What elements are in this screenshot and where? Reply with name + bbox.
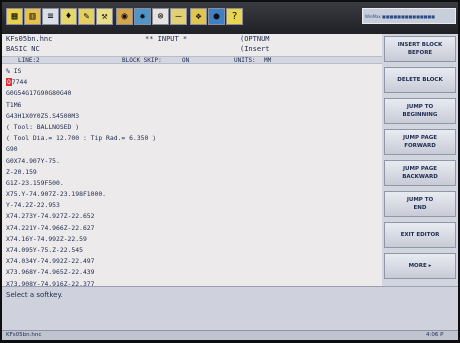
- jump-page-forward-button[interactable]: JUMP PAGE FORWARD: [384, 129, 456, 155]
- code-line[interactable]: X73.968Y-74.965Z-22.439: [6, 267, 378, 278]
- code-line[interactable]: X74.273Y-74.927Z-22.652: [6, 211, 378, 222]
- status-bar: KFs05bn.hnc 4:06 P: [2, 330, 458, 340]
- cnc-screen: ▦ ▥ ≡ ♦ ✎ ⚒ ◉ ✸ ⊗ — ❖ ●? WinMax ■■■■■■■■■■■■■■ KFs0…: [2, 2, 458, 340]
- code-line-current[interactable]: O7744: [6, 77, 378, 88]
- globe-icon[interactable]: ●: [208, 8, 225, 25]
- insert-mode-label: (Insert: [240, 45, 270, 53]
- code-line[interactable]: X73.908Y-74.916Z-22.377: [6, 279, 378, 286]
- code-line[interactable]: ( Tool Dia.= 12.700 : Tip Rad.= 6.350 ): [6, 133, 378, 144]
- line-indicator: LINE:2: [18, 57, 40, 64]
- code-line[interactable]: G1Z-23.159F500.: [6, 178, 378, 189]
- delete-block-button[interactable]: DELETE BLOCK: [384, 67, 456, 93]
- code-line[interactable]: Y-74.2Z-22.953: [6, 200, 378, 211]
- units-label: UNITS:: [234, 57, 256, 64]
- code-listing[interactable]: % IS O7744 G0G54G17G90G80G40 T1M6 G43H1X0Y…: [6, 66, 378, 286]
- code-line[interactable]: G0G54G17G90G80G40: [6, 88, 378, 99]
- jump-to-end-button[interactable]: JUMP TO END: [384, 191, 456, 217]
- folder-icon[interactable]: ▥: [24, 8, 41, 25]
- option-label: (OPTNUM: [240, 35, 270, 43]
- settings-icon[interactable]: ✸: [134, 8, 151, 25]
- help-icon[interactable]: ?: [226, 8, 243, 25]
- code-line[interactable]: % IS: [6, 66, 378, 77]
- offsets-icon[interactable]: ⚒: [96, 8, 113, 25]
- jump-page-backward-button[interactable]: JUMP PAGE BACKWARD: [384, 160, 456, 186]
- code-line[interactable]: ( Tool: BALLNOSED ): [6, 122, 378, 133]
- top-toolbar: ▦ ▥ ≡ ♦ ✎ ⚒ ◉ ✸ ⊗ — ❖ ●? WinMax ■■■■■■■■■■■■■■: [2, 2, 458, 34]
- softkey-panel: INSERT BLOCK BEFORE DELETE BLOCK JUMP TO B…: [382, 34, 458, 286]
- line-icon[interactable]: —: [170, 8, 187, 25]
- code-line[interactable]: X75.Y-74.907Z-23.198F1000.: [6, 189, 378, 200]
- input-label: ** INPUT *: [145, 35, 188, 43]
- code-line[interactable]: G43H1X0Y0Z5.S4500M3: [6, 111, 378, 122]
- program-icon[interactable]: ♦: [60, 8, 77, 25]
- code-line[interactable]: G0X74.907Y-75.: [6, 156, 378, 167]
- status-time: 4:06 P: [426, 332, 444, 338]
- code-line[interactable]: G90: [6, 144, 378, 155]
- status-file: KFs05bn.hnc: [6, 332, 42, 338]
- units-value: MM: [264, 57, 272, 64]
- status-indicator: WinMax ■■■■■■■■■■■■■■: [362, 8, 456, 24]
- prompt-message: Select a softkey.: [6, 291, 63, 299]
- exit-editor-button[interactable]: EXIT EDITOR: [384, 222, 456, 248]
- stop-icon[interactable]: ⊗: [152, 8, 169, 25]
- filename: KFs05bn.hnc: [6, 35, 53, 43]
- file-icon[interactable]: ▦: [6, 8, 23, 25]
- code-line[interactable]: X74.095Y-75.Z-22.545: [6, 245, 378, 256]
- message-area: Select a softkey.: [2, 286, 458, 330]
- block-skip-label: BLOCK SKIP:: [122, 57, 162, 64]
- code-line[interactable]: Z-20.159: [6, 167, 378, 178]
- insert-block-before-button[interactable]: INSERT BLOCK BEFORE: [384, 36, 456, 62]
- more-button[interactable]: MORE ▸: [384, 253, 456, 279]
- jump-to-beginning-button[interactable]: JUMP TO BEGINNING: [384, 98, 456, 124]
- tools-icon[interactable]: ❖: [190, 8, 207, 25]
- graphics-icon[interactable]: ◉: [116, 8, 133, 25]
- code-line[interactable]: X74.16Y-74.992Z-22.59: [6, 234, 378, 245]
- code-line[interactable]: T1M6: [6, 100, 378, 111]
- list-icon[interactable]: ≡: [42, 8, 59, 25]
- code-line[interactable]: X74.034Y-74.992Z-22.497: [6, 256, 378, 267]
- block-skip-value: ON: [182, 57, 190, 64]
- code-line[interactable]: X74.221Y-74.966Z-22.627: [6, 223, 378, 234]
- mode-label: BASIC NC: [6, 45, 40, 53]
- editor-pane[interactable]: KFs05bn.hnc BASIC NC ** INPUT * (OPTNUM …: [2, 34, 382, 286]
- tool-icon[interactable]: ✎: [78, 8, 95, 25]
- editor-info-bar: LINE:2 BLOCK SKIP: ON UNITS: MM: [2, 56, 382, 64]
